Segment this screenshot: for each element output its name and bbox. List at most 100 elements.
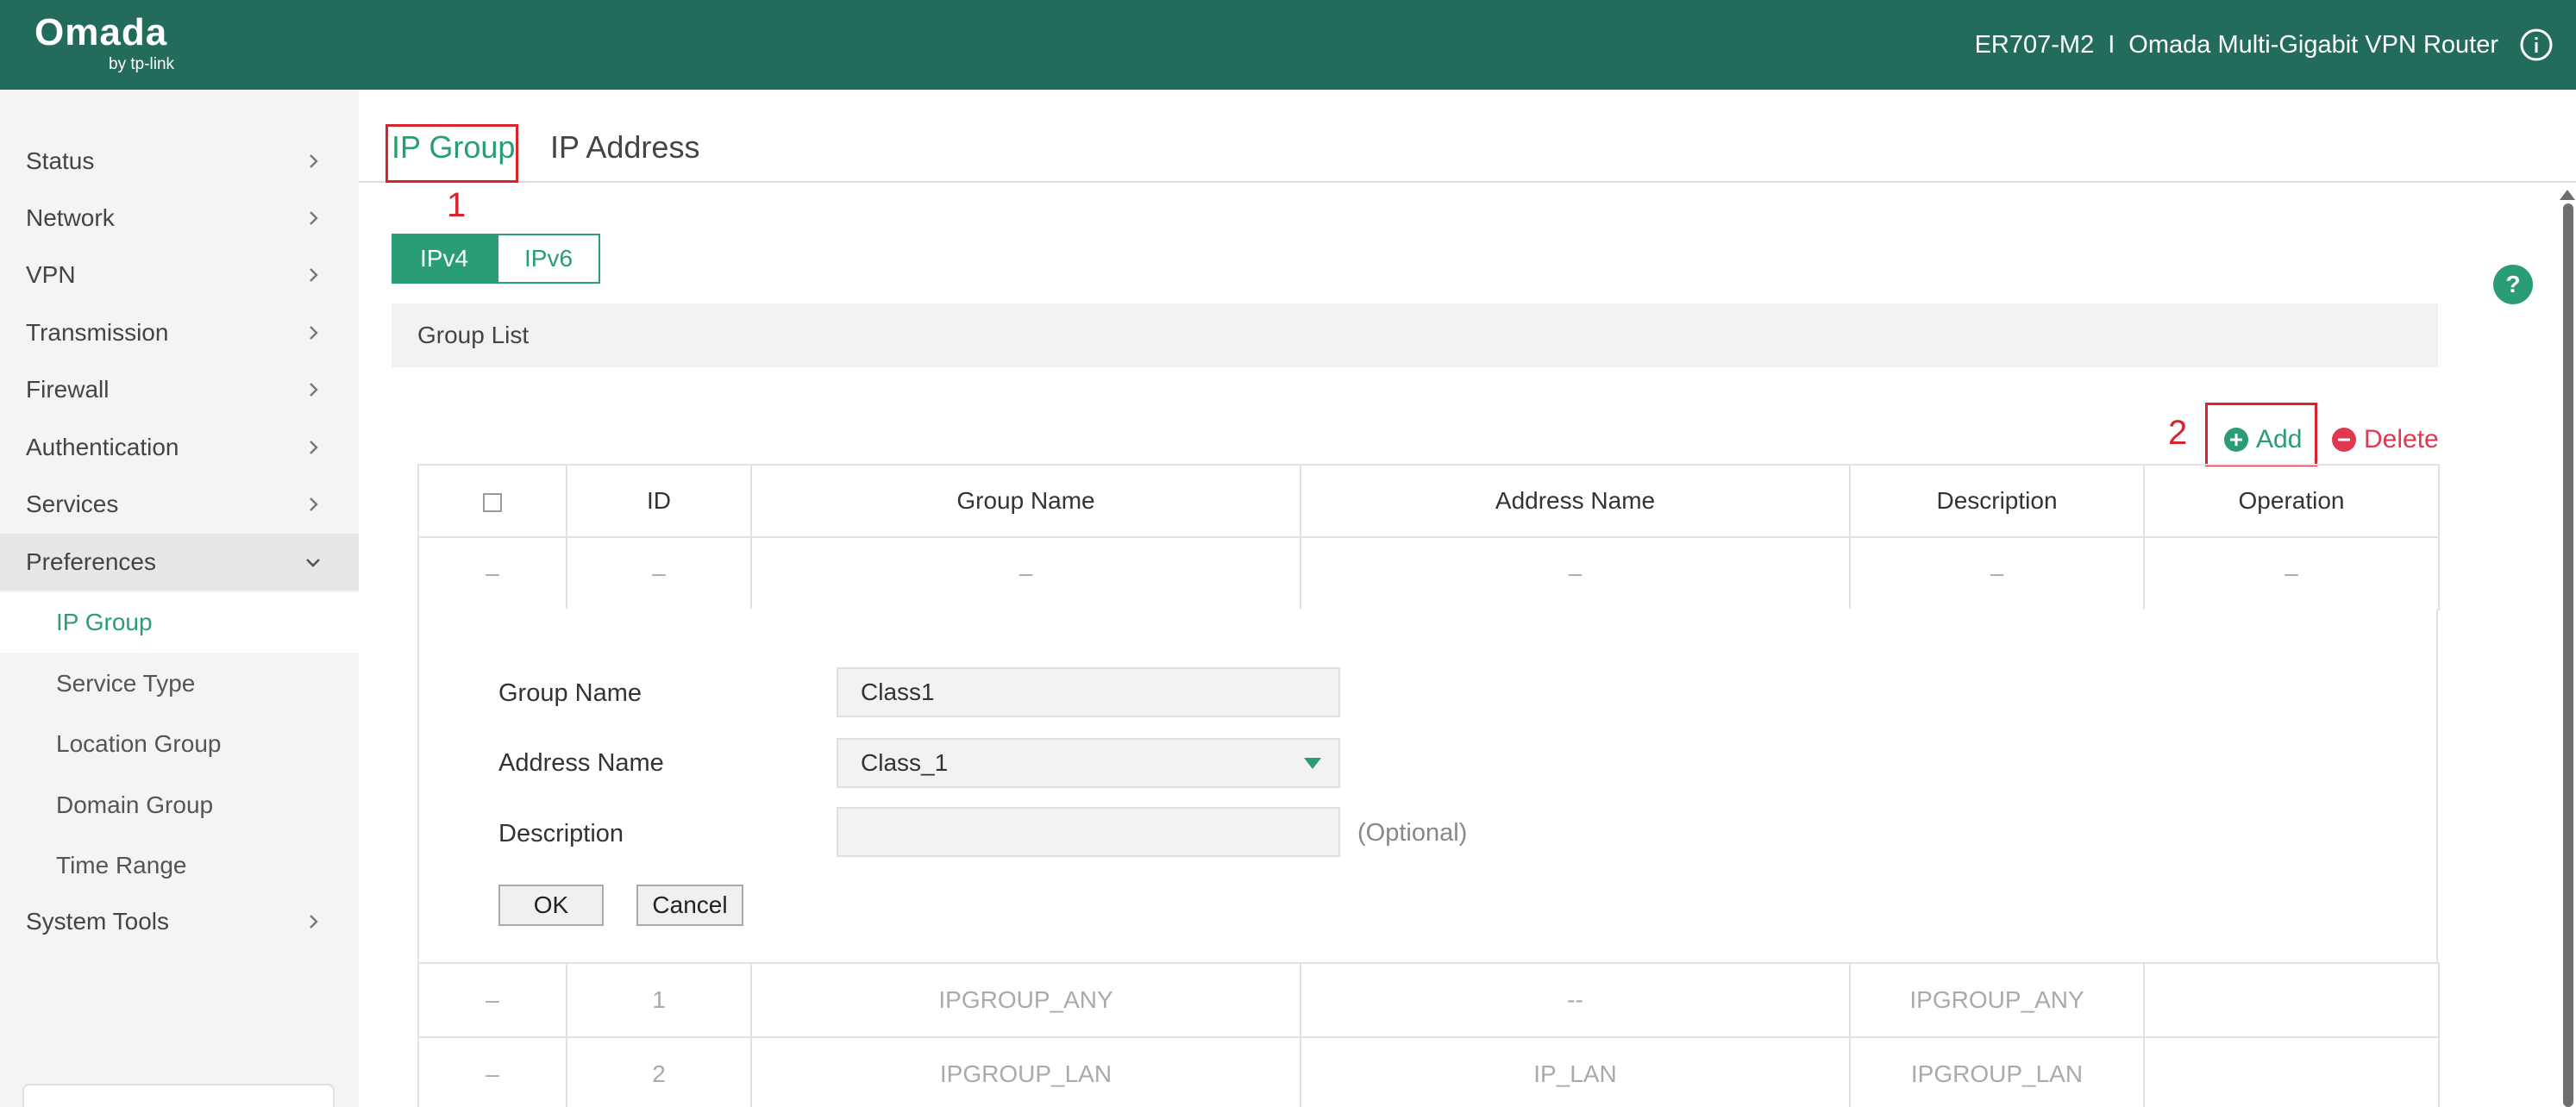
description-input[interactable] — [837, 807, 1340, 857]
column-header-id[interactable]: ID — [566, 464, 752, 538]
sidebar-item-label: System Tools — [26, 908, 169, 935]
sidebar-item-label: Authentication — [26, 434, 179, 460]
table-cell: IPGROUP_LAN — [750, 1036, 1301, 1107]
optional-hint: (Optional) — [1357, 819, 1468, 847]
group-name-input[interactable]: Class1 — [837, 667, 1340, 717]
sidebar-subitem-label: IP Group — [56, 609, 153, 635]
delete-button[interactable]: Delete — [2331, 422, 2439, 457]
ok-button[interactable]: OK — [498, 885, 604, 926]
tab-divider — [359, 181, 2576, 183]
sidebar-item-firewall[interactable]: Firewall — [0, 361, 359, 418]
table-cell: – — [1849, 536, 2145, 610]
chevron-right-icon — [310, 915, 318, 929]
add-label: Add — [2256, 425, 2303, 453]
cancel-button[interactable]: Cancel — [636, 885, 743, 926]
column-header-address-name[interactable]: Address Name — [1300, 464, 1851, 538]
table-row: – 2 IPGROUP_LAN IP_LAN IPGROUP_LAN — [417, 1036, 2440, 1107]
sidebar-item-authentication[interactable]: Authentication — [0, 419, 359, 476]
table-cell: – — [566, 536, 752, 610]
header-device-info: ER707-M2 I Omada Multi-Gigabit VPN Route… — [1975, 0, 2576, 90]
sidebar-item-label: Preferences — [26, 548, 156, 575]
sidebar-subitem-location-group[interactable]: Location Group — [0, 714, 359, 774]
table-row: – – – – – – — [417, 536, 2440, 610]
info-icon[interactable] — [2519, 28, 2554, 62]
table-row: – 1 IPGROUP_ANY -- IPGROUP_ANY — [417, 962, 2440, 1038]
sidebar-subitem-label: Service Type — [56, 670, 196, 697]
sidebar-subitem-time-range[interactable]: Time Range — [0, 835, 359, 896]
sidebar-subitem-domain-group[interactable]: Domain Group — [0, 775, 359, 835]
table-cell: IPGROUP_ANY — [750, 962, 1301, 1038]
sidebar-item-vpn[interactable]: VPN — [0, 247, 359, 303]
sidebar-item-label: Network — [26, 204, 115, 231]
table-cell: – — [417, 1036, 567, 1107]
svg-text:?: ? — [2505, 271, 2520, 297]
sidebar-subitem-service-type[interactable]: Service Type — [0, 654, 359, 714]
sidebar-item-preferences[interactable]: Preferences — [0, 534, 359, 591]
sidebar: Status Network VPN Transmission Firewall… — [0, 90, 359, 1107]
table-cell: – — [1300, 536, 1851, 610]
sidebar-item-label: Services — [26, 491, 119, 517]
address-name-label: Address Name — [498, 749, 664, 777]
table-cell — [2143, 962, 2440, 1038]
column-header-group-name[interactable]: Group Name — [750, 464, 1301, 538]
table-cell: – — [417, 536, 567, 610]
address-name-value: Class_1 — [861, 749, 949, 776]
product-name: Omada Multi-Gigabit VPN Router — [2128, 30, 2498, 59]
table-cell: 2 — [566, 1036, 752, 1107]
logo-text: Omada — [34, 11, 168, 53]
scroll-up-arrow[interactable] — [2560, 190, 2575, 200]
sidebar-subitem-ip-group[interactable]: IP Group — [0, 592, 359, 653]
sidebar-subitem-label: Time Range — [56, 852, 187, 879]
table-cell: IPGROUP_ANY — [1849, 962, 2145, 1038]
ipv4-toggle[interactable]: IPv4 — [392, 234, 497, 284]
column-header-description[interactable]: Description — [1849, 464, 2145, 538]
table-header-row: ID Group Name Address Name Description O… — [417, 464, 2440, 538]
logo-subtext: by tp-link — [109, 55, 175, 73]
table-cell: – — [750, 536, 1301, 610]
sidebar-item-transmission[interactable]: Transmission — [0, 304, 359, 361]
annotation-box-1 — [385, 124, 518, 183]
chevron-right-icon — [310, 441, 318, 454]
select-all-cell[interactable] — [417, 464, 567, 538]
chevron-right-icon — [310, 154, 318, 168]
group-name-label: Group Name — [498, 679, 642, 707]
column-header-operation: Operation — [2143, 464, 2440, 538]
sidebar-item-status[interactable]: Status — [0, 133, 359, 190]
sidebar-item-label: Transmission — [26, 319, 169, 346]
table-cell — [2143, 1036, 2440, 1107]
device-model: ER707-M2 — [1974, 30, 2095, 59]
scrollbar-thumb[interactable] — [2563, 203, 2573, 1107]
table-cell: IP_LAN — [1300, 1036, 1851, 1107]
table-cell: IPGROUP_LAN — [1849, 1036, 2145, 1107]
table-cell: -- — [1300, 962, 1851, 1038]
section-title: Group List — [417, 322, 530, 348]
add-button[interactable]: Add — [2223, 422, 2302, 457]
sidebar-item-network[interactable]: Network — [0, 190, 359, 247]
chevron-right-icon — [310, 497, 318, 511]
description-label: Description — [498, 820, 624, 847]
annotation-number-2: 2 — [2168, 414, 2188, 452]
sidebar-item-services[interactable]: Services — [0, 476, 359, 533]
top-header: Omada by tp-link ER707-M2 I Omada Multi-… — [0, 0, 2576, 90]
sidebar-item-system-tools[interactable]: System Tools — [0, 893, 359, 950]
caret-down-icon — [1304, 758, 1321, 769]
sidebar-bottom-box — [22, 1084, 335, 1107]
group-table: ID Group Name Address Name Description O… — [417, 464, 2440, 610]
sidebar-item-label: VPN — [26, 261, 76, 288]
chevron-right-icon — [310, 326, 318, 340]
group-table-rows: – 1 IPGROUP_ANY -- IPGROUP_ANY – 2 IPGRO… — [417, 962, 2440, 1107]
sidebar-item-label: Status — [26, 147, 95, 174]
table-cell: – — [2143, 536, 2440, 610]
plus-circle-icon — [2224, 428, 2248, 452]
annotation-number-1: 1 — [447, 186, 467, 224]
sidebar-subitem-label: Domain Group — [56, 791, 214, 818]
address-name-select[interactable]: Class_1 — [837, 738, 1340, 788]
chevron-right-icon — [310, 211, 318, 225]
group-list-header: Group List — [392, 303, 2438, 367]
sidebar-item-label: Firewall — [26, 376, 110, 403]
ipv6-toggle[interactable]: IPv6 — [497, 234, 600, 284]
help-icon[interactable]: ? — [2492, 264, 2534, 305]
select-all-checkbox[interactable] — [483, 492, 502, 512]
chevron-right-icon — [310, 268, 318, 282]
tab-ip-address[interactable]: IP Address — [550, 129, 699, 166]
